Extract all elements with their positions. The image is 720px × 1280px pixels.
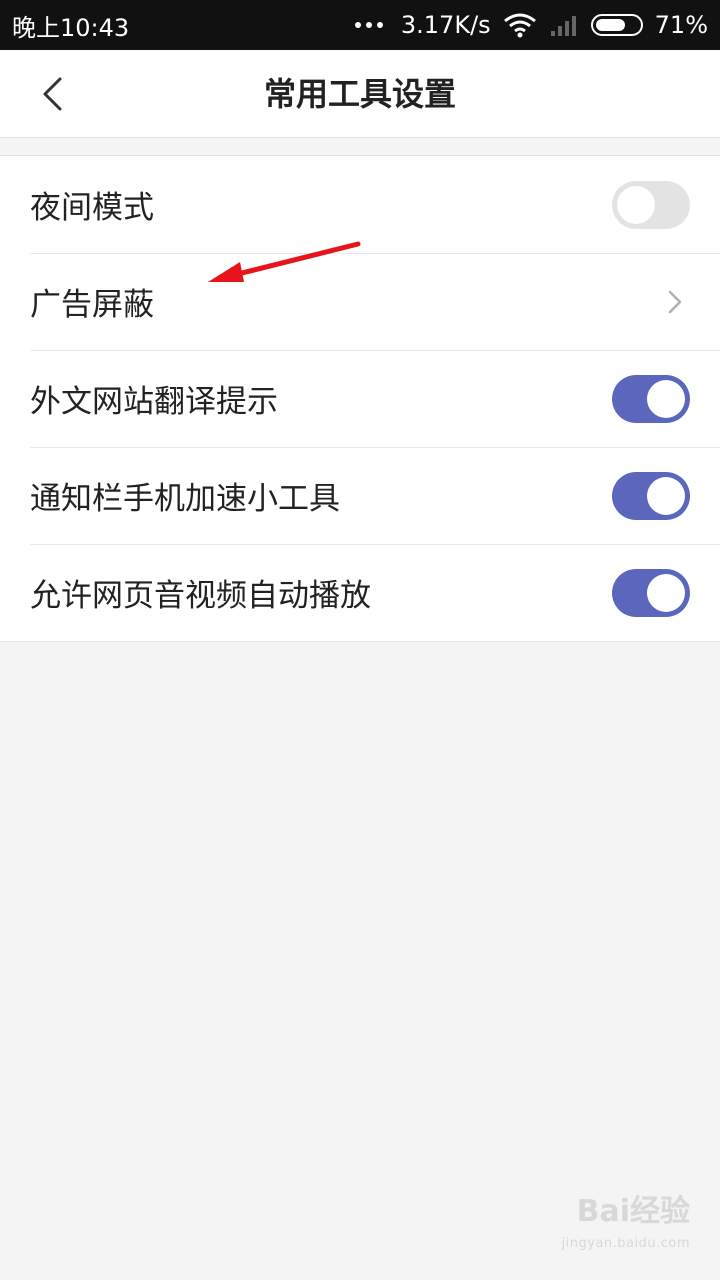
toggle-knob: [647, 573, 685, 612]
setting-translation-prompt: 外文网站翻译提示: [0, 350, 720, 447]
setting-label: 夜间模式: [30, 190, 154, 226]
setting-label: 广告屏蔽: [30, 287, 154, 323]
wifi-icon: [503, 13, 536, 38]
autoplay-media-toggle[interactable]: [612, 568, 690, 617]
setting-autoplay-media: 允许网页音视频自动播放: [0, 544, 720, 641]
watermark-url: jingyan.baidu.com: [561, 1236, 690, 1251]
setting-label: 通知栏手机加速小工具: [30, 481, 340, 517]
watermark: Bai经验 jingyan.baidu.com: [562, 1196, 690, 1260]
chevron-right-icon: [660, 287, 690, 317]
status-right: 3.17K/s 71%: [354, 11, 708, 39]
app-header: 常用工具设置: [0, 50, 720, 138]
status-time: 晚上10:43: [12, 13, 130, 42]
annotation-arrow-icon: [208, 241, 361, 282]
signal-icon: [550, 16, 576, 36]
watermark-brand: Bai经验: [576, 1194, 690, 1229]
more-dots-icon: [354, 22, 383, 28]
toggle-knob: [647, 379, 685, 418]
setting-label: 外文网站翻译提示: [30, 384, 278, 420]
battery-percent: 71%: [654, 11, 708, 39]
notification-accelerator-toggle[interactable]: [612, 471, 690, 520]
network-speed: 3.17K/s: [400, 11, 491, 39]
setting-label: 允许网页音视频自动播放: [30, 578, 371, 614]
battery-icon: [590, 14, 643, 36]
toggle-knob: [647, 476, 685, 515]
translation-prompt-toggle[interactable]: [612, 374, 690, 423]
page-title: 常用工具设置: [263, 75, 456, 113]
settings-list: 夜间模式 广告屏蔽 外文网站翻译提示 通知栏手机加速小工具 允许网页音视频自动播…: [0, 155, 720, 642]
setting-notification-accelerator: 通知栏手机加速小工具: [0, 447, 720, 544]
night-mode-toggle[interactable]: [612, 180, 690, 229]
toggle-knob: [617, 185, 655, 224]
status-bar: 晚上10:43 3.17K/s 71%: [0, 0, 720, 50]
